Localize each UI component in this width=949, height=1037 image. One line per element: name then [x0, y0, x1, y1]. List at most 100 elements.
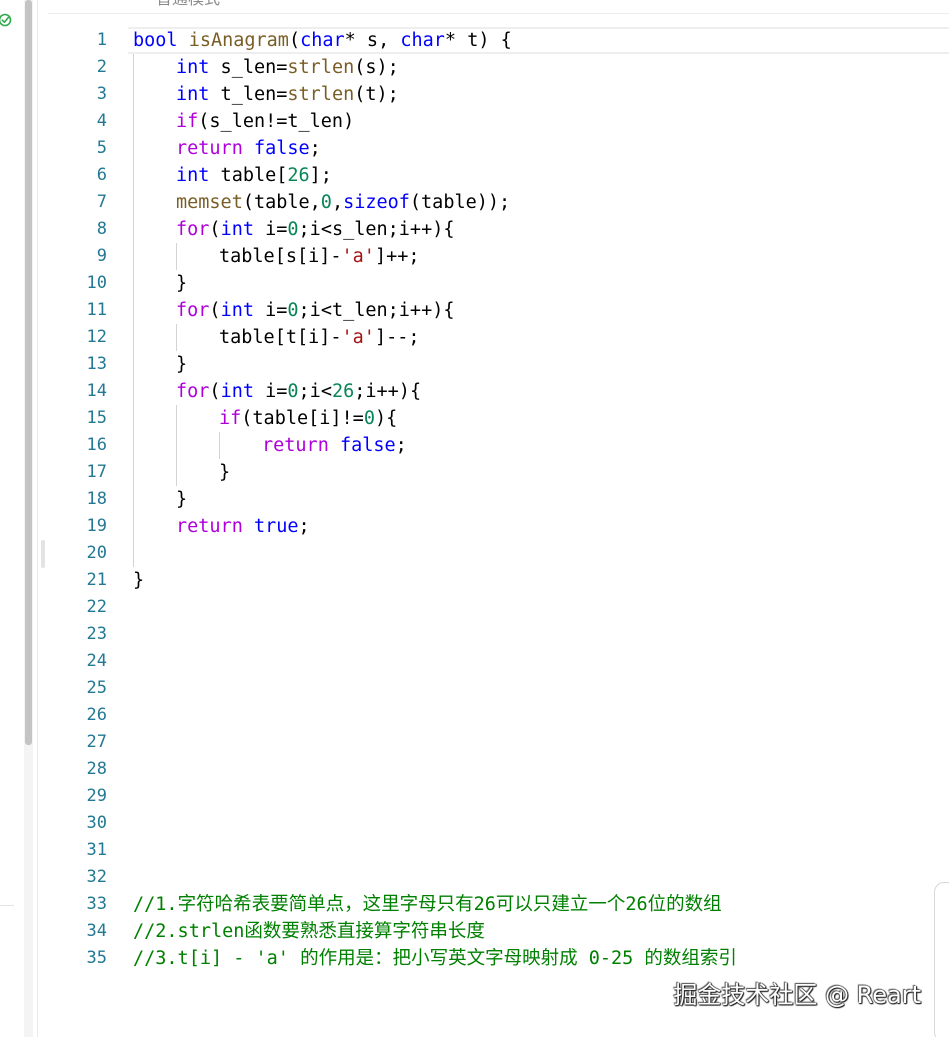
code-text: return false;: [176, 138, 321, 159]
code-text: for(int i=0;i<s_len;i++){: [176, 219, 455, 240]
code-line-21[interactable]: 21 }: [48, 567, 949, 594]
code-line-3[interactable]: 3 int t_len=strlen(t);: [48, 81, 949, 108]
line-number: 25: [86, 678, 107, 698]
code-line-30[interactable]: 30: [48, 810, 949, 837]
code-line-7[interactable]: 7 memset(table,0,sizeof(table));: [48, 189, 949, 216]
code-line-14[interactable]: 14 for(int i=0;i<26;i++){: [48, 378, 949, 405]
line-number: 35: [86, 948, 107, 968]
line-number: 7: [96, 192, 107, 212]
line-number: 15: [86, 408, 107, 428]
line-number: 18: [86, 489, 107, 509]
line-number: 16: [86, 435, 107, 455]
line-number: 32: [86, 867, 107, 887]
line-number: 24: [86, 651, 107, 671]
line-number: 12: [86, 327, 107, 347]
code-text: bool isAnagram(char* s, char* t) {: [133, 30, 512, 51]
code-line-2[interactable]: 2 int s_len=strlen(s);: [48, 54, 949, 81]
code-line-34[interactable]: 34 //2.strlen函数要熟悉直接算字符串长度: [48, 918, 949, 945]
check-circle-icon: [0, 12, 14, 27]
code-line-9[interactable]: 9 table[s[i]-'a']++;: [48, 243, 949, 270]
code-line-24[interactable]: 24: [48, 648, 949, 675]
code-line-22[interactable]: 22: [48, 594, 949, 621]
code-line-28[interactable]: 28: [48, 756, 949, 783]
code-text: table[t[i]-'a']--;: [219, 327, 420, 348]
code-line-20[interactable]: 20: [48, 540, 949, 567]
code-text: }: [133, 570, 145, 591]
code-line-16[interactable]: 16 return false;: [48, 432, 949, 459]
line-number: 8: [96, 219, 107, 239]
line-number: 27: [86, 732, 107, 752]
code-text: return false;: [262, 435, 407, 456]
code-line-11[interactable]: 11 for(int i=0;i<t_len;i++){: [48, 297, 949, 324]
line-number: 23: [86, 624, 107, 644]
code-line-1[interactable]: 1 bool isAnagram(char* s, char* t) {: [48, 27, 949, 54]
code-line-10[interactable]: 10 }: [48, 270, 949, 297]
code-text: return true;: [176, 516, 310, 537]
line-number: 19: [86, 516, 107, 536]
code-text: }: [176, 273, 188, 294]
line-number: 29: [86, 786, 107, 806]
line-number: 5: [96, 138, 107, 158]
line-number: 13: [86, 354, 107, 374]
code-line-32[interactable]: 32: [48, 864, 949, 891]
code-text: memset(table,0,sizeof(table));: [176, 192, 511, 213]
code-text: }: [219, 462, 231, 483]
code-line-31[interactable]: 31: [48, 837, 949, 864]
code-line-29[interactable]: 29: [48, 783, 949, 810]
line-number: 30: [86, 813, 107, 833]
code-text: }: [176, 489, 188, 510]
code-line-26[interactable]: 26: [48, 702, 949, 729]
line-number: 10: [86, 273, 107, 293]
comment-text: //2.strlen函数要熟悉直接算字符串长度: [133, 921, 485, 942]
comment-text: //1.字符哈希表要简单点，这里字母只有26可以只建立一个26位的数组: [133, 894, 722, 915]
side-panel: [0, 0, 38, 1037]
editor-mode-label: 普通模式: [156, 0, 220, 8]
line-number: 1: [96, 30, 107, 50]
comment-text: //3.t[i] - 'a' 的作用是：把小写英文字母映射成 0-25 的数组索…: [133, 948, 737, 969]
line-number: 17: [86, 462, 107, 482]
line-number: 3: [96, 84, 107, 104]
code-text: for(int i=0;i<26;i++){: [176, 381, 422, 402]
code-line-23[interactable]: 23: [48, 621, 949, 648]
code-text: if(table[i]!=0){: [219, 408, 398, 429]
code-line-19[interactable]: 19 return true;: [48, 513, 949, 540]
code-line-13[interactable]: 13 }: [48, 351, 949, 378]
code-text: int s_len=strlen(s);: [176, 57, 399, 78]
code-text: int table[26];: [176, 165, 332, 186]
code-text: table[s[i]-'a']++;: [219, 246, 420, 267]
line-number: 31: [86, 840, 107, 860]
code-line-6[interactable]: 6 int table[26];: [48, 162, 949, 189]
watermark: 掘金技术社区 @ Reart: [673, 981, 921, 1009]
line-number: 9: [96, 246, 107, 266]
code-line-27[interactable]: 27: [48, 729, 949, 756]
code-line-25[interactable]: 25: [48, 675, 949, 702]
line-number: 21: [86, 570, 107, 590]
code-text: int t_len=strlen(t);: [176, 84, 399, 105]
code-line-33[interactable]: 33 //1.字符哈希表要简单点，这里字母只有26可以只建立一个26位的数组: [48, 891, 949, 918]
line-number: 33: [86, 894, 107, 914]
line-number: 28: [86, 759, 107, 779]
side-floating-tab[interactable]: [934, 882, 949, 1037]
line-number: 20: [86, 543, 107, 563]
code-line-8[interactable]: 8 for(int i=0;i<s_len;i++){: [48, 216, 949, 243]
line-number: 14: [86, 381, 107, 401]
side-panel-scrollbar-thumb[interactable]: [25, 0, 32, 745]
code-line-5[interactable]: 5 return false;: [48, 135, 949, 162]
code-text: if(s_len!=t_len): [176, 111, 355, 132]
line-number: 4: [96, 111, 107, 131]
code-editor[interactable]: 1 bool isAnagram(char* s, char* t) { 2 i…: [48, 27, 949, 1037]
code-line-4[interactable]: 4 if(s_len!=t_len): [48, 108, 949, 135]
code-line-35[interactable]: 35 //3.t[i] - 'a' 的作用是：把小写英文字母映射成 0-25 的…: [48, 945, 949, 972]
code-text: for(int i=0;i<t_len;i++){: [176, 300, 455, 321]
code-line-15[interactable]: 15 if(table[i]!=0){: [48, 405, 949, 432]
editor-header: 普通模式: [48, 0, 949, 14]
line-number: 22: [86, 597, 107, 617]
line-number: 11: [86, 300, 107, 320]
code-line-18[interactable]: 18 }: [48, 486, 949, 513]
side-panel-divider: [0, 905, 14, 906]
line-number: 26: [86, 705, 107, 725]
panel-resize-handle[interactable]: [41, 540, 45, 568]
code-line-12[interactable]: 12 table[t[i]-'a']--;: [48, 324, 949, 351]
line-number: 2: [96, 57, 107, 77]
code-line-17[interactable]: 17 }: [48, 459, 949, 486]
